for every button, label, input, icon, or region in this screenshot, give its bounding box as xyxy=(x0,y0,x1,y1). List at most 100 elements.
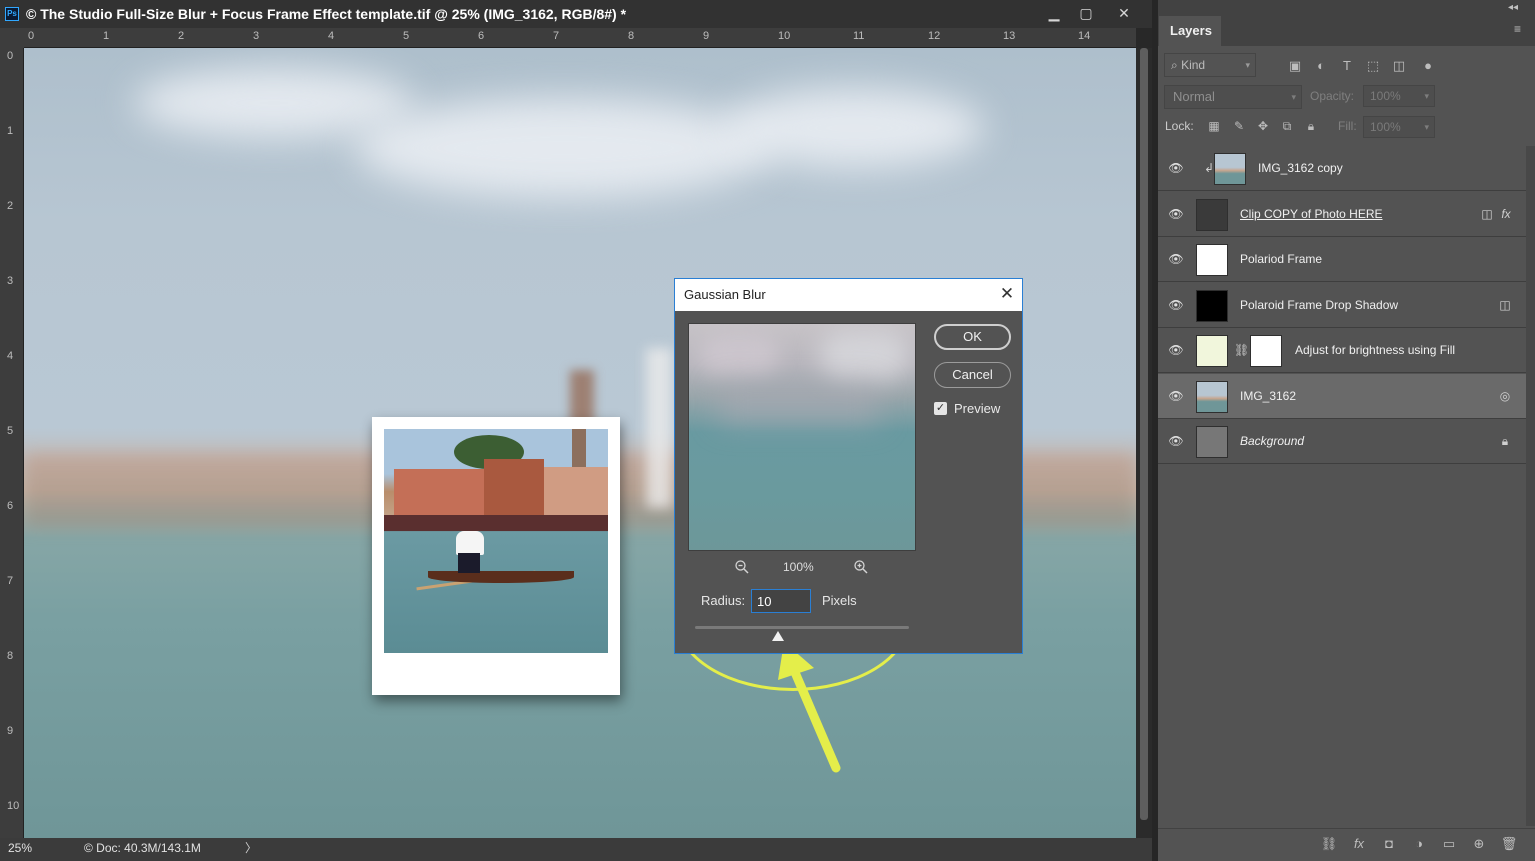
chevron-down-icon: ▾ xyxy=(1291,92,1296,102)
trash-icon[interactable]: 🗑︎ xyxy=(1499,835,1519,853)
close-icon[interactable]: ✕ xyxy=(1106,0,1142,26)
layer-thumbnail[interactable] xyxy=(1214,153,1246,185)
adjustment-filter-icon[interactable]: ◐ xyxy=(1313,58,1329,74)
minimize-icon[interactable]: ▁ xyxy=(1036,0,1072,26)
eye-icon[interactable]: 👁︎ xyxy=(1168,160,1184,176)
lock-position-icon[interactable]: ✥ xyxy=(1256,119,1270,133)
maximize-icon[interactable]: ▢ xyxy=(1068,0,1104,26)
eye-icon[interactable]: 👁︎ xyxy=(1168,342,1184,358)
image-filter-icon[interactable]: ▣ xyxy=(1287,58,1303,74)
radius-slider-thumb[interactable] xyxy=(772,631,785,641)
panel-menu-icon[interactable]: ≡ xyxy=(1514,22,1521,36)
radius-input[interactable] xyxy=(751,589,811,613)
shape-filter-icon[interactable]: ⬚ xyxy=(1365,58,1381,74)
ruler-tick-label: 13 xyxy=(1003,30,1016,42)
preview-checkbox[interactable]: ✓ xyxy=(934,402,947,415)
layer-thumbnail[interactable] xyxy=(1196,335,1228,367)
radius-label: Radius: xyxy=(701,593,746,608)
eye-icon[interactable]: 👁︎ xyxy=(1168,251,1184,267)
polaroid-frame[interactable] xyxy=(372,417,620,695)
status-bar: 25% © Doc: 40.3M/143.1M 〉 xyxy=(0,838,1152,861)
ruler-tick-label: 6 xyxy=(478,30,485,42)
eye-icon[interactable]: 👁︎ xyxy=(1168,297,1184,313)
layer-name: Polaroid Frame Drop Shadow xyxy=(1240,297,1399,312)
layer-mask-thumbnail[interactable] xyxy=(1250,335,1282,367)
layer-row[interactable]: 👁︎ Polariod Frame xyxy=(1158,237,1526,282)
radius-slider-track[interactable] xyxy=(695,626,909,629)
close-icon[interactable]: ✕ xyxy=(993,279,1021,311)
ruler-tick-label: 4 xyxy=(7,350,14,362)
blurred-lighthouse xyxy=(646,348,672,508)
lock-all-icon[interactable]: 🔒︎ xyxy=(1304,119,1318,133)
blur-preview-window[interactable] xyxy=(688,323,916,551)
document-title-bar[interactable]: Ps © The Studio Full-Size Blur + Focus F… xyxy=(0,0,1152,28)
kind-filter-select[interactable]: ⌕ Kind ▾ xyxy=(1164,53,1256,77)
ruler-tick-label: 14 xyxy=(1078,30,1091,42)
preview-blur-shape xyxy=(819,330,909,380)
preview-label: Preview xyxy=(954,401,1001,416)
layer-row[interactable]: 👁︎ Background 🔒︎ xyxy=(1158,419,1526,464)
photo-rower xyxy=(456,531,484,555)
eye-icon[interactable]: 👁︎ xyxy=(1168,206,1184,222)
new-group-icon[interactable]: ▭ xyxy=(1439,835,1459,853)
smart-object-filter-icon[interactable]: ◫ xyxy=(1391,58,1407,74)
lock-transparency-icon[interactable]: ▦ xyxy=(1207,119,1221,133)
lock-label: Lock: xyxy=(1165,119,1194,133)
preview-zoom-level: 100% xyxy=(783,560,814,574)
photo-boat xyxy=(428,571,574,583)
lock-image-pixels-icon[interactable]: ✎ xyxy=(1232,119,1246,133)
layer-thumbnail[interactable] xyxy=(1196,426,1228,458)
collapse-panel-icon[interactable]: ◂◂ xyxy=(1508,2,1518,13)
vertical-ruler[interactable]: 0 1 2 3 4 5 6 7 8 9 10 xyxy=(0,48,24,838)
layer-thumbnail[interactable] xyxy=(1196,289,1228,322)
lock-icon[interactable]: 🔒︎ xyxy=(1498,433,1512,449)
layer-name: Adjust for brightness using Fill xyxy=(1295,343,1456,357)
status-menu-arrow-icon[interactable]: 〉 xyxy=(245,838,257,859)
chevron-down-icon: ▾ xyxy=(1245,60,1250,70)
layer-thumbnail[interactable] xyxy=(1196,380,1228,413)
type-filter-icon[interactable]: T xyxy=(1339,58,1355,74)
link-layers-icon[interactable]: ⛓ xyxy=(1319,835,1339,853)
eye-icon[interactable]: 👁︎ xyxy=(1168,388,1184,404)
photo-building xyxy=(394,469,484,517)
ruler-corner[interactable] xyxy=(0,28,24,48)
ruler-tick-label: 7 xyxy=(553,30,560,42)
canvas-vertical-scrollbar[interactable] xyxy=(1136,48,1152,838)
layer-row[interactable]: 👁︎ IMG_3162 ◎ xyxy=(1158,373,1526,419)
fx-icon[interactable]: fx xyxy=(1349,835,1369,853)
cancel-button[interactable]: Cancel xyxy=(934,362,1011,388)
blend-mode-select[interactable]: Normal ▾ xyxy=(1164,85,1302,109)
layer-row[interactable]: 👁︎ Clip COPY of Photo HERE ◫ fx xyxy=(1158,191,1526,237)
layer-name: IMG_3162 copy xyxy=(1258,161,1343,175)
photoshop-app-icon: Ps xyxy=(5,7,19,21)
layer-row[interactable]: 👁︎ Polaroid Frame Drop Shadow ◫ xyxy=(1158,282,1526,328)
lock-artboard-icon[interactable]: ⧉ xyxy=(1280,119,1294,133)
fill-field[interactable]: 100% ▾ xyxy=(1363,116,1435,138)
add-mask-icon[interactable]: ◘ xyxy=(1379,835,1399,853)
layer-row[interactable]: 👁︎ ⛓ Adjust for brightness using Fill xyxy=(1158,328,1526,373)
layers-scrollbar[interactable] xyxy=(1526,146,1535,826)
layer-row[interactable]: 👁︎ ↲ IMG_3162 copy xyxy=(1158,146,1526,191)
scrollbar-thumb[interactable] xyxy=(1140,48,1148,820)
fill-label: Fill: xyxy=(1338,119,1357,133)
eye-icon[interactable]: 👁︎ xyxy=(1168,433,1184,449)
layer-thumbnail[interactable] xyxy=(1196,244,1228,276)
new-layer-icon[interactable]: ⊕ xyxy=(1469,835,1489,853)
fill-value: 100% xyxy=(1370,120,1401,134)
opacity-field[interactable]: 100% ▾ xyxy=(1363,85,1435,107)
ruler-tick-label: 7 xyxy=(7,575,14,587)
horizontal-ruler[interactable]: 0 1 2 3 4 5 6 7 8 9 10 11 12 13 14 xyxy=(24,28,1136,48)
mask-link-icon[interactable]: ⛓ xyxy=(1234,342,1249,358)
ok-button[interactable]: OK xyxy=(934,324,1011,350)
layer-thumbnail[interactable] xyxy=(1196,198,1228,231)
dialog-title-bar[interactable]: Gaussian Blur ✕ xyxy=(675,279,1022,311)
new-adjustment-layer-icon[interactable]: ◑ xyxy=(1409,835,1429,853)
filter-toggle-icon[interactable]: ● xyxy=(1420,58,1436,74)
zoom-level-field[interactable]: 25% xyxy=(8,838,32,859)
zoom-in-icon[interactable] xyxy=(852,559,870,577)
tab-layers[interactable]: Layers xyxy=(1159,16,1221,46)
ruler-tick-label: 5 xyxy=(403,30,410,42)
zoom-out-icon[interactable] xyxy=(733,559,751,577)
dialog-title: Gaussian Blur xyxy=(684,287,766,302)
cloud-shape xyxy=(724,88,984,168)
